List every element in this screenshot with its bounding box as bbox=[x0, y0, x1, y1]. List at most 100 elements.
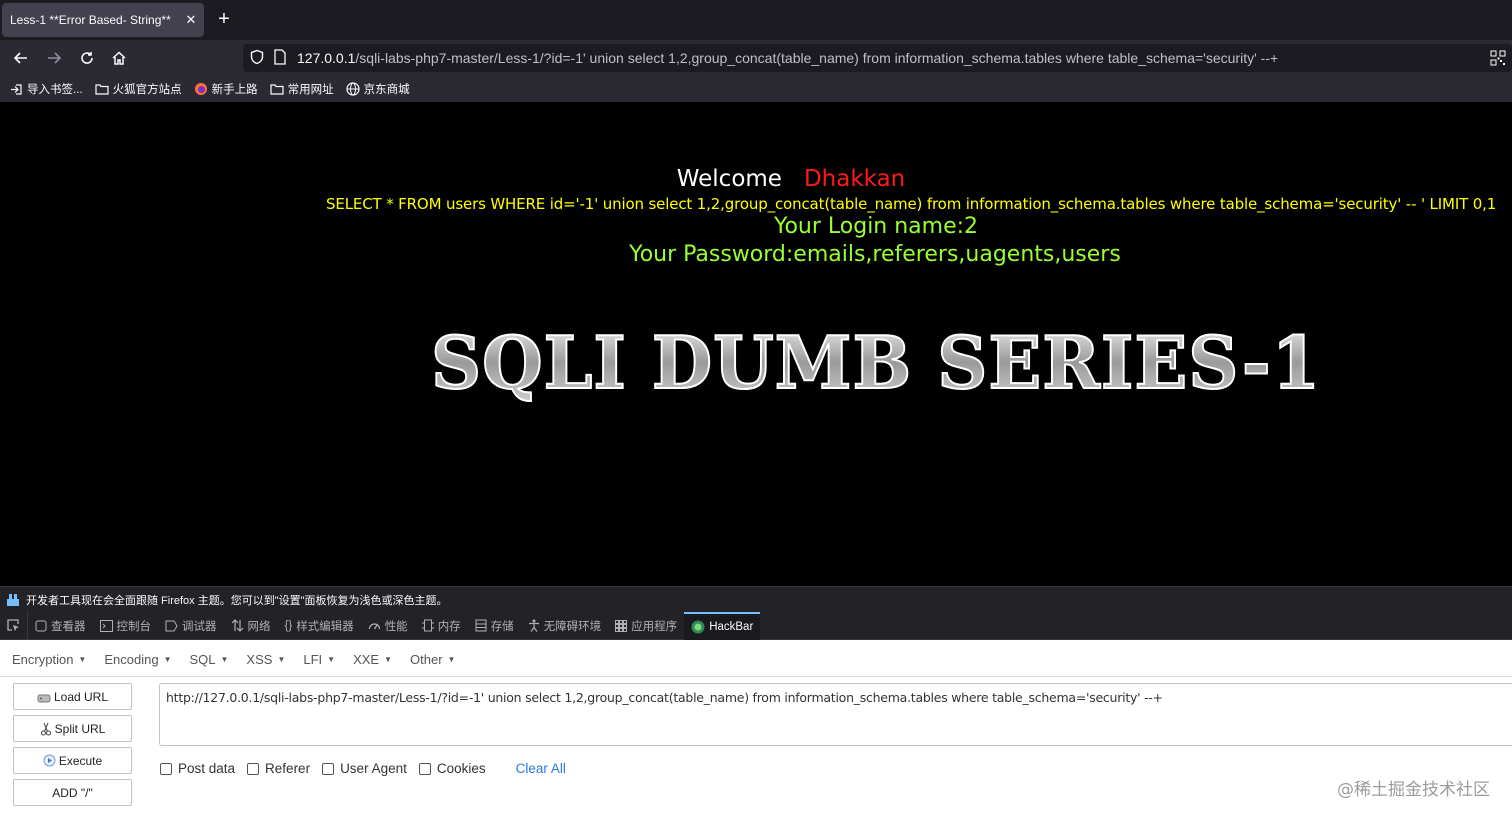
tab-memory[interactable]: 内存 bbox=[415, 612, 468, 640]
tab-accessibility[interactable]: 无障碍环境 bbox=[521, 612, 609, 640]
bookmark-getting-started[interactable]: 新手上路 bbox=[194, 81, 258, 97]
welcome-text: Welcome bbox=[676, 166, 782, 192]
folder-icon bbox=[269, 84, 284, 95]
folder-icon bbox=[94, 84, 109, 95]
execute-button[interactable]: Execute bbox=[13, 747, 132, 774]
caret-down-icon: ▼ bbox=[384, 654, 393, 664]
tab-storage[interactable]: 存储 bbox=[468, 612, 521, 640]
browser-tab[interactable]: Less-1 **Error Based- String** ✕ bbox=[2, 3, 204, 37]
bookmark-label: 导入书签... bbox=[27, 84, 83, 96]
button-label: Split URL bbox=[54, 721, 106, 736]
bookmark-import[interactable]: 导入书签... bbox=[10, 81, 83, 97]
devtools-notice-text: 开发者工具现在会全面跟随 Firefox 主题。您可以到"设置"面板恢复为浅色或… bbox=[26, 594, 448, 607]
inspector-icon bbox=[35, 620, 47, 631]
bookmark-label: 火狐官方站点 bbox=[112, 84, 182, 96]
navigation-bar: 127.0.0.1 /sqli-labs-php7-master/Less-1/… bbox=[0, 40, 1512, 76]
menu-label: XSS bbox=[246, 651, 273, 667]
storage-icon bbox=[475, 619, 487, 632]
tab-application[interactable]: 应用程序 bbox=[608, 612, 684, 640]
tab-label: 样式编辑器 bbox=[296, 620, 354, 633]
menu-label: Encoding bbox=[104, 651, 159, 667]
bookmark-common-sites[interactable]: 常用网址 bbox=[269, 81, 334, 97]
post-data-option[interactable]: Post data bbox=[160, 761, 235, 776]
hackbar-url-textarea[interactable]: http://127.0.0.1/sqli-labs-php7-master/L… bbox=[159, 683, 1512, 746]
sql-query-text: SELECT * FROM users WHERE id='-1' union … bbox=[326, 195, 1497, 213]
cookies-checkbox[interactable] bbox=[418, 762, 431, 775]
button-label: Execute bbox=[58, 753, 103, 768]
devtools-notice: 开发者工具现在会全面跟随 Firefox 主题。您可以到"设置"面板恢复为浅色或… bbox=[0, 586, 1512, 612]
option-label: Cookies bbox=[436, 761, 486, 776]
menu-lfi[interactable]: LFI ▼ bbox=[303, 652, 335, 667]
debugger-icon bbox=[165, 620, 178, 631]
menu-encryption[interactable]: Encryption ▼ bbox=[12, 652, 86, 667]
tab-label: 调试器 bbox=[182, 620, 217, 633]
back-icon[interactable] bbox=[8, 46, 34, 70]
tab-debugger[interactable]: 调试器 bbox=[158, 612, 224, 640]
menu-other[interactable]: Other ▼ bbox=[410, 652, 455, 667]
qr-code-icon[interactable] bbox=[1490, 50, 1506, 69]
network-icon bbox=[231, 619, 243, 632]
accessibility-icon bbox=[528, 619, 539, 632]
theme-icon bbox=[7, 593, 19, 606]
load-url-button[interactable]: Load URL bbox=[13, 683, 132, 710]
element-picker-icon[interactable] bbox=[0, 611, 28, 640]
home-icon[interactable] bbox=[106, 46, 132, 70]
referer-checkbox[interactable] bbox=[247, 762, 260, 775]
shield-icon[interactable] bbox=[249, 49, 265, 68]
split-url-button[interactable]: Split URL bbox=[13, 715, 132, 742]
tab-label: 控制台 bbox=[116, 620, 152, 633]
tab-inspector[interactable]: 查看器 bbox=[28, 612, 93, 640]
hackbar-icon bbox=[691, 620, 705, 633]
close-tab-icon[interactable]: ✕ bbox=[178, 12, 204, 28]
tab-style-editor[interactable]: {} 样式编辑器 bbox=[278, 612, 361, 640]
menu-sql[interactable]: SQL ▼ bbox=[189, 652, 228, 667]
watermark: @稀土掘金技术社区 bbox=[1337, 780, 1490, 800]
add-slash-button[interactable]: ADD "/" bbox=[13, 779, 132, 806]
play-icon bbox=[43, 754, 56, 767]
tab-label: 应用程序 bbox=[631, 620, 678, 633]
tab-title: Less-1 **Error Based- String** bbox=[10, 13, 171, 27]
password-text: Your Password:emails,referers,uagents,us… bbox=[629, 242, 1121, 267]
tab-label: 无障碍环境 bbox=[543, 620, 602, 633]
cookies-option[interactable]: Cookies bbox=[418, 761, 486, 776]
bookmarks-toolbar: 导入书签... 火狐官方站点 新手上路 常用网址 京东商城 bbox=[0, 76, 1512, 102]
bookmark-label: 京东商城 bbox=[363, 84, 410, 96]
menu-encoding[interactable]: Encoding ▼ bbox=[104, 652, 171, 667]
menu-xxe[interactable]: XXE ▼ bbox=[353, 652, 392, 667]
tab-label: 内存 bbox=[437, 620, 461, 633]
page-icon[interactable] bbox=[273, 48, 287, 68]
new-tab-button[interactable]: + bbox=[212, 8, 236, 32]
tab-hackbar[interactable]: HackBar bbox=[684, 611, 761, 640]
tab-network[interactable]: 网络 bbox=[224, 612, 278, 640]
caret-down-icon: ▼ bbox=[277, 654, 286, 664]
reload-icon[interactable] bbox=[74, 46, 100, 70]
tab-console[interactable]: 控制台 bbox=[93, 612, 159, 640]
url-host: 127.0.0.1 bbox=[297, 50, 356, 66]
option-label: Post data bbox=[178, 761, 236, 776]
tab-label: 网络 bbox=[247, 620, 271, 633]
user-agent-checkbox[interactable] bbox=[322, 762, 335, 775]
forward-icon[interactable] bbox=[41, 46, 67, 70]
hackbar-menu: Encryption ▼ Encoding ▼ SQL ▼ XSS ▼ LFI ▼ XXE… bbox=[12, 645, 473, 673]
application-icon bbox=[615, 619, 628, 632]
tab-label: 存储 bbox=[490, 620, 514, 633]
menu-xss[interactable]: XSS ▼ bbox=[246, 652, 285, 667]
address-bar[interactable]: 127.0.0.1 /sqli-labs-php7-master/Less-1/… bbox=[243, 44, 1512, 72]
braces-icon: {} bbox=[284, 619, 293, 632]
post-data-checkbox[interactable] bbox=[160, 762, 172, 775]
caret-down-icon: ▼ bbox=[447, 654, 456, 664]
option-label: Referer bbox=[265, 761, 311, 776]
menu-label: Encryption bbox=[12, 651, 74, 667]
clear-all-link[interactable]: Clear All bbox=[516, 761, 566, 776]
user-agent-option[interactable]: User Agent bbox=[322, 761, 407, 776]
tab-label: HackBar bbox=[709, 620, 754, 633]
hackbar-panel: Encryption ▼ Encoding ▼ SQL ▼ XSS ▼ LFI ▼ XXE… bbox=[0, 640, 1512, 818]
bookmark-jd[interactable]: 京东商城 bbox=[345, 81, 410, 97]
tab-bar: Less-1 **Error Based- String** ✕ + bbox=[0, 0, 1512, 40]
bookmark-firefox-official[interactable]: 火狐官方站点 bbox=[94, 81, 182, 97]
referer-option[interactable]: Referer bbox=[247, 761, 310, 776]
caret-down-icon: ▼ bbox=[327, 654, 336, 664]
tab-performance[interactable]: 性能 bbox=[361, 612, 415, 640]
scissors-icon bbox=[40, 722, 51, 735]
caret-down-icon: ▼ bbox=[78, 654, 87, 664]
